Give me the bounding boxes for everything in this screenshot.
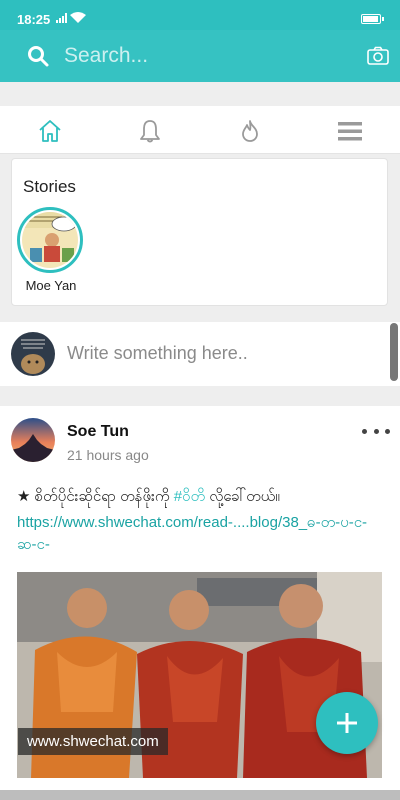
tab-menu[interactable] (335, 116, 365, 146)
tab-home[interactable] (35, 116, 65, 146)
post-time: 21 hours ago (67, 447, 149, 463)
status-time: 18:25 (17, 12, 51, 27)
post-text-suffix: လို့ခေါ်တယ်။ (205, 488, 280, 505)
battery-icon (361, 14, 384, 24)
post-text: ★ စိတ်ပိုင်းဆိုင်ရာ တန်ဖိုးကို #ဝိတိ လို… (17, 486, 385, 508)
more-options-icon[interactable] (362, 422, 390, 440)
header-gap (0, 82, 400, 106)
story-name: Moe Yan (25, 278, 77, 293)
search-bar (0, 30, 400, 82)
avatar[interactable] (11, 418, 55, 462)
post-link[interactable]: https://www.shwechat.com/read-....blog/3… (17, 512, 385, 556)
camera-icon[interactable] (366, 44, 390, 68)
tab-trending[interactable] (235, 116, 265, 146)
story-avatar[interactable] (17, 207, 83, 273)
stories-title: Stories (23, 177, 76, 196)
nav-tabs (0, 106, 400, 154)
home-icon (39, 120, 61, 142)
menu-icon (338, 122, 362, 141)
tab-notifications[interactable] (135, 116, 165, 146)
search-icon[interactable] (26, 44, 50, 68)
plus-icon (337, 713, 357, 733)
stories-card: Stories Moe Yan (11, 158, 388, 306)
bell-icon (140, 120, 160, 143)
bottom-bar (0, 790, 400, 800)
post-text-prefix: ★ စိတ်ပိုင်းဆိုင်ရာ တန်ဖိုးကို (17, 488, 174, 505)
story-image (22, 212, 78, 268)
watermark: www.shwechat.com (18, 728, 168, 755)
status-bar: 18:25 (0, 0, 400, 30)
user-avatar-image (11, 332, 55, 376)
post-hashtag[interactable]: #ဝိတိ (174, 488, 205, 505)
search-input[interactable] (64, 42, 334, 70)
fire-icon (242, 120, 258, 142)
signal-icon (56, 13, 67, 23)
post-author[interactable]: Soe Tun (67, 423, 129, 441)
compose-placeholder[interactable]: Write something here.. (67, 343, 248, 364)
compose-box[interactable]: Write something here.. (0, 322, 400, 386)
avatar (11, 332, 55, 376)
add-post-button[interactable] (316, 692, 378, 754)
author-avatar-image (11, 418, 55, 462)
scrollbar[interactable] (390, 323, 398, 381)
wifi-icon (70, 12, 86, 23)
